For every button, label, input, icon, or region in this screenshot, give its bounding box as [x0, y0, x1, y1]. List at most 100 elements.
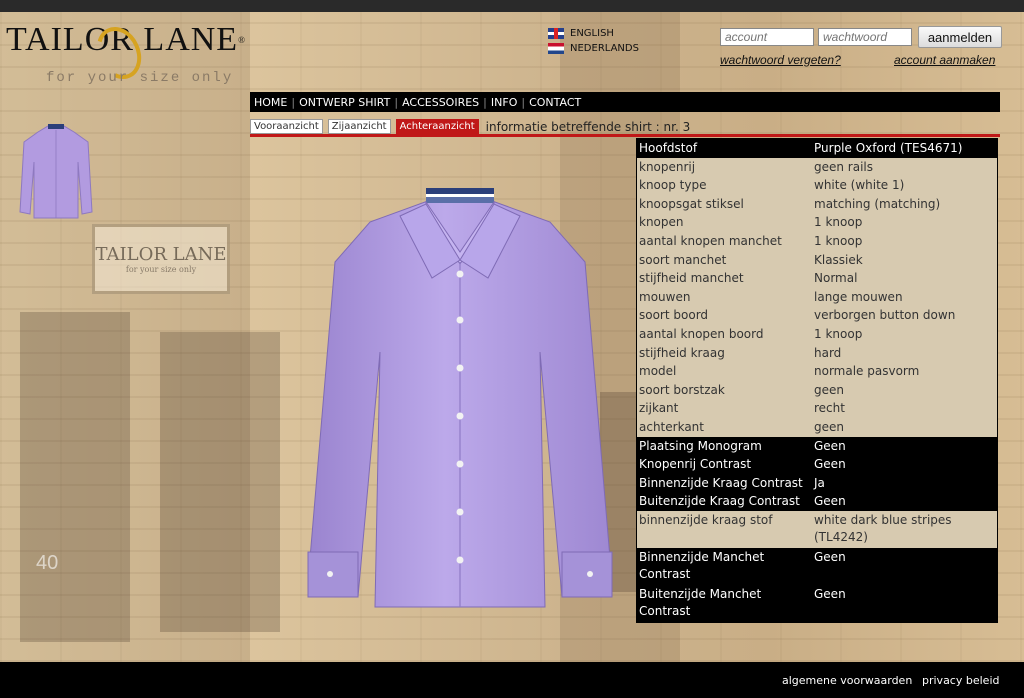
spec-value: hard [814, 345, 842, 360]
spec-value: Normal [814, 271, 858, 286]
tab-side-view[interactable]: Zijaanzicht [327, 119, 391, 134]
spec-row: stijfheid kraag hard [637, 343, 997, 363]
spec-row: Binnenzijde Manchet Contrast Geen [637, 547, 997, 585]
spec-row: Plaatsing Monogram Geen [637, 436, 997, 456]
background-house-number: 40 [36, 552, 59, 574]
nav-separator: | [483, 95, 487, 109]
spec-key: model [639, 364, 677, 379]
spec-value: 1 knoop [814, 233, 863, 248]
spec-value: geen [814, 419, 844, 434]
spec-key: Plaatsing Monogram [639, 438, 762, 453]
shirt-thumbnail[interactable] [18, 122, 94, 220]
login-button[interactable]: aanmelden [918, 26, 1002, 48]
window-top-bar [0, 0, 1024, 12]
spec-row: soort boord verborgen button down [637, 306, 997, 325]
spec-row: Knopenrij Contrast Geen [637, 455, 997, 474]
spec-row: knoop type white (white 1) [637, 176, 997, 195]
view-tabs: Vooraanzicht Zijaanzicht Achteraanzicht … [250, 119, 690, 134]
spec-value: Geen [814, 586, 846, 601]
spec-key: knoopsgat stiksel [639, 196, 744, 211]
spec-value: Geen [814, 457, 846, 472]
spec-value: Geen [814, 549, 846, 564]
spec-key: stijfheid kraag [639, 345, 725, 360]
spec-key: zijkant [639, 401, 679, 416]
spec-value: Ja [814, 475, 825, 490]
spec-key: Binnenzijde Manchet Contrast [639, 549, 765, 582]
spec-value: matching (matching) [814, 196, 941, 211]
spec-value: geen [814, 382, 844, 397]
create-account-link[interactable]: account aanmaken [894, 53, 995, 67]
language-dutch-label: NEDERLANDS [570, 43, 639, 54]
shirt-spec-table: Hoofdstof Purple Oxford (TES4671) knopenri… [636, 138, 998, 623]
spec-key: soort boord [639, 308, 709, 323]
background-sign-text: TAILOR LANE [95, 244, 227, 265]
tab-back-view[interactable]: Achteraanzicht [395, 119, 479, 134]
nav-contact[interactable]: CONTACT [529, 96, 581, 109]
spec-row: knopenrij geen rails [637, 157, 997, 177]
spec-row: Buitenzijde Manchet Contrast Geen [637, 584, 997, 622]
language-english-label: ENGLISH [570, 28, 614, 39]
spec-row: model normale pasvorm [637, 362, 997, 381]
password-input[interactable] [818, 28, 912, 46]
uk-flag-icon [548, 28, 564, 39]
spec-key: Knopenrij Contrast [639, 457, 752, 472]
spec-row: soort manchet Klassiek [637, 250, 997, 270]
spec-value: Purple Oxford (TES4671) [814, 141, 963, 155]
spec-key: soort borstzak [639, 382, 725, 397]
spec-key: Buitenzijde Kraag Contrast [639, 494, 800, 509]
brand-tagline: for your size only [46, 70, 234, 86]
spec-key: Buitenzijde Manchet Contrast [639, 586, 762, 619]
forgot-password-link[interactable]: wachtwoord vergeten? [720, 53, 841, 67]
language-dutch[interactable]: NEDERLANDS [548, 41, 639, 56]
main-nav: HOME | ONTWERP SHIRT | ACCESSOIRES | INF… [250, 92, 1000, 112]
spec-key: Binnenzijde Kraag Contrast [639, 475, 803, 490]
nl-flag-icon [548, 43, 564, 54]
spec-value: Geen [814, 438, 846, 453]
spec-row: mouwen lange mouwen [637, 287, 997, 307]
spec-row: Binnenzijde Kraag Contrast Ja [637, 473, 997, 493]
spec-row: stijfheid manchet Normal [637, 269, 997, 288]
language-switcher: ENGLISH NEDERLANDS [548, 26, 639, 56]
nav-home[interactable]: HOME [254, 96, 287, 109]
spec-key: mouwen [639, 289, 691, 304]
spec-row: Buitenzijde Kraag Contrast Geen [637, 492, 997, 511]
account-input[interactable] [720, 28, 814, 46]
terms-link[interactable]: algemene voorwaarden [782, 674, 912, 687]
nav-separator: | [521, 95, 526, 109]
spec-row: aantal knopen manchet 1 knoop [637, 231, 997, 251]
nav-separator: | [291, 95, 296, 109]
spec-value: Klassiek [814, 252, 863, 267]
spec-key: stijfheid manchet [639, 271, 744, 286]
spec-key: knopen [639, 215, 684, 230]
registered-mark: ® [238, 35, 246, 45]
shirt-preview [307, 188, 613, 608]
divider [250, 134, 1000, 137]
spec-row: Hoofdstof Purple Oxford (TES4671) [637, 139, 997, 158]
spec-value: recht [814, 401, 845, 416]
privacy-link[interactable]: privacy beleid [922, 674, 999, 687]
spec-value: Geen [814, 494, 846, 509]
spec-key: knopenrij [639, 159, 696, 174]
footer: algemene voorwaarden privacy beleid [0, 662, 1024, 698]
spec-row: soort borstzak geen [637, 380, 997, 400]
spec-key: Hoofdstof [639, 141, 698, 155]
spec-value: 1 knoop [814, 326, 863, 341]
spec-value: lange mouwen [814, 289, 903, 304]
language-english[interactable]: ENGLISH [548, 26, 639, 41]
nav-info[interactable]: INFO [491, 96, 517, 109]
spec-key: binnenzijde kraag stof [639, 512, 773, 527]
brand-logo[interactable]: TAILOR LANE® for your size only [6, 19, 246, 87]
spec-value: white dark blue stripes (TL4242) [814, 512, 952, 545]
spec-row: knoopsgat stiksel matching (matching) [637, 194, 997, 214]
background-sign-tagline: for your size only [125, 265, 197, 274]
spec-row: binnenzijde kraag stof white dark blue st… [637, 510, 997, 548]
spec-key: soort manchet [639, 252, 727, 267]
spec-value: verborgen button down [814, 308, 956, 323]
nav-accessories[interactable]: ACCESSOIRES [402, 96, 479, 109]
tab-front-view[interactable]: Vooraanzicht [250, 119, 323, 134]
spec-row: aantal knopen boord 1 knoop [637, 324, 997, 344]
spec-value: geen rails [814, 159, 874, 174]
nav-separator: | [394, 95, 399, 109]
nav-design-shirt[interactable]: ONTWERP SHIRT [299, 96, 390, 109]
spec-row: achterkant geen [637, 417, 997, 437]
